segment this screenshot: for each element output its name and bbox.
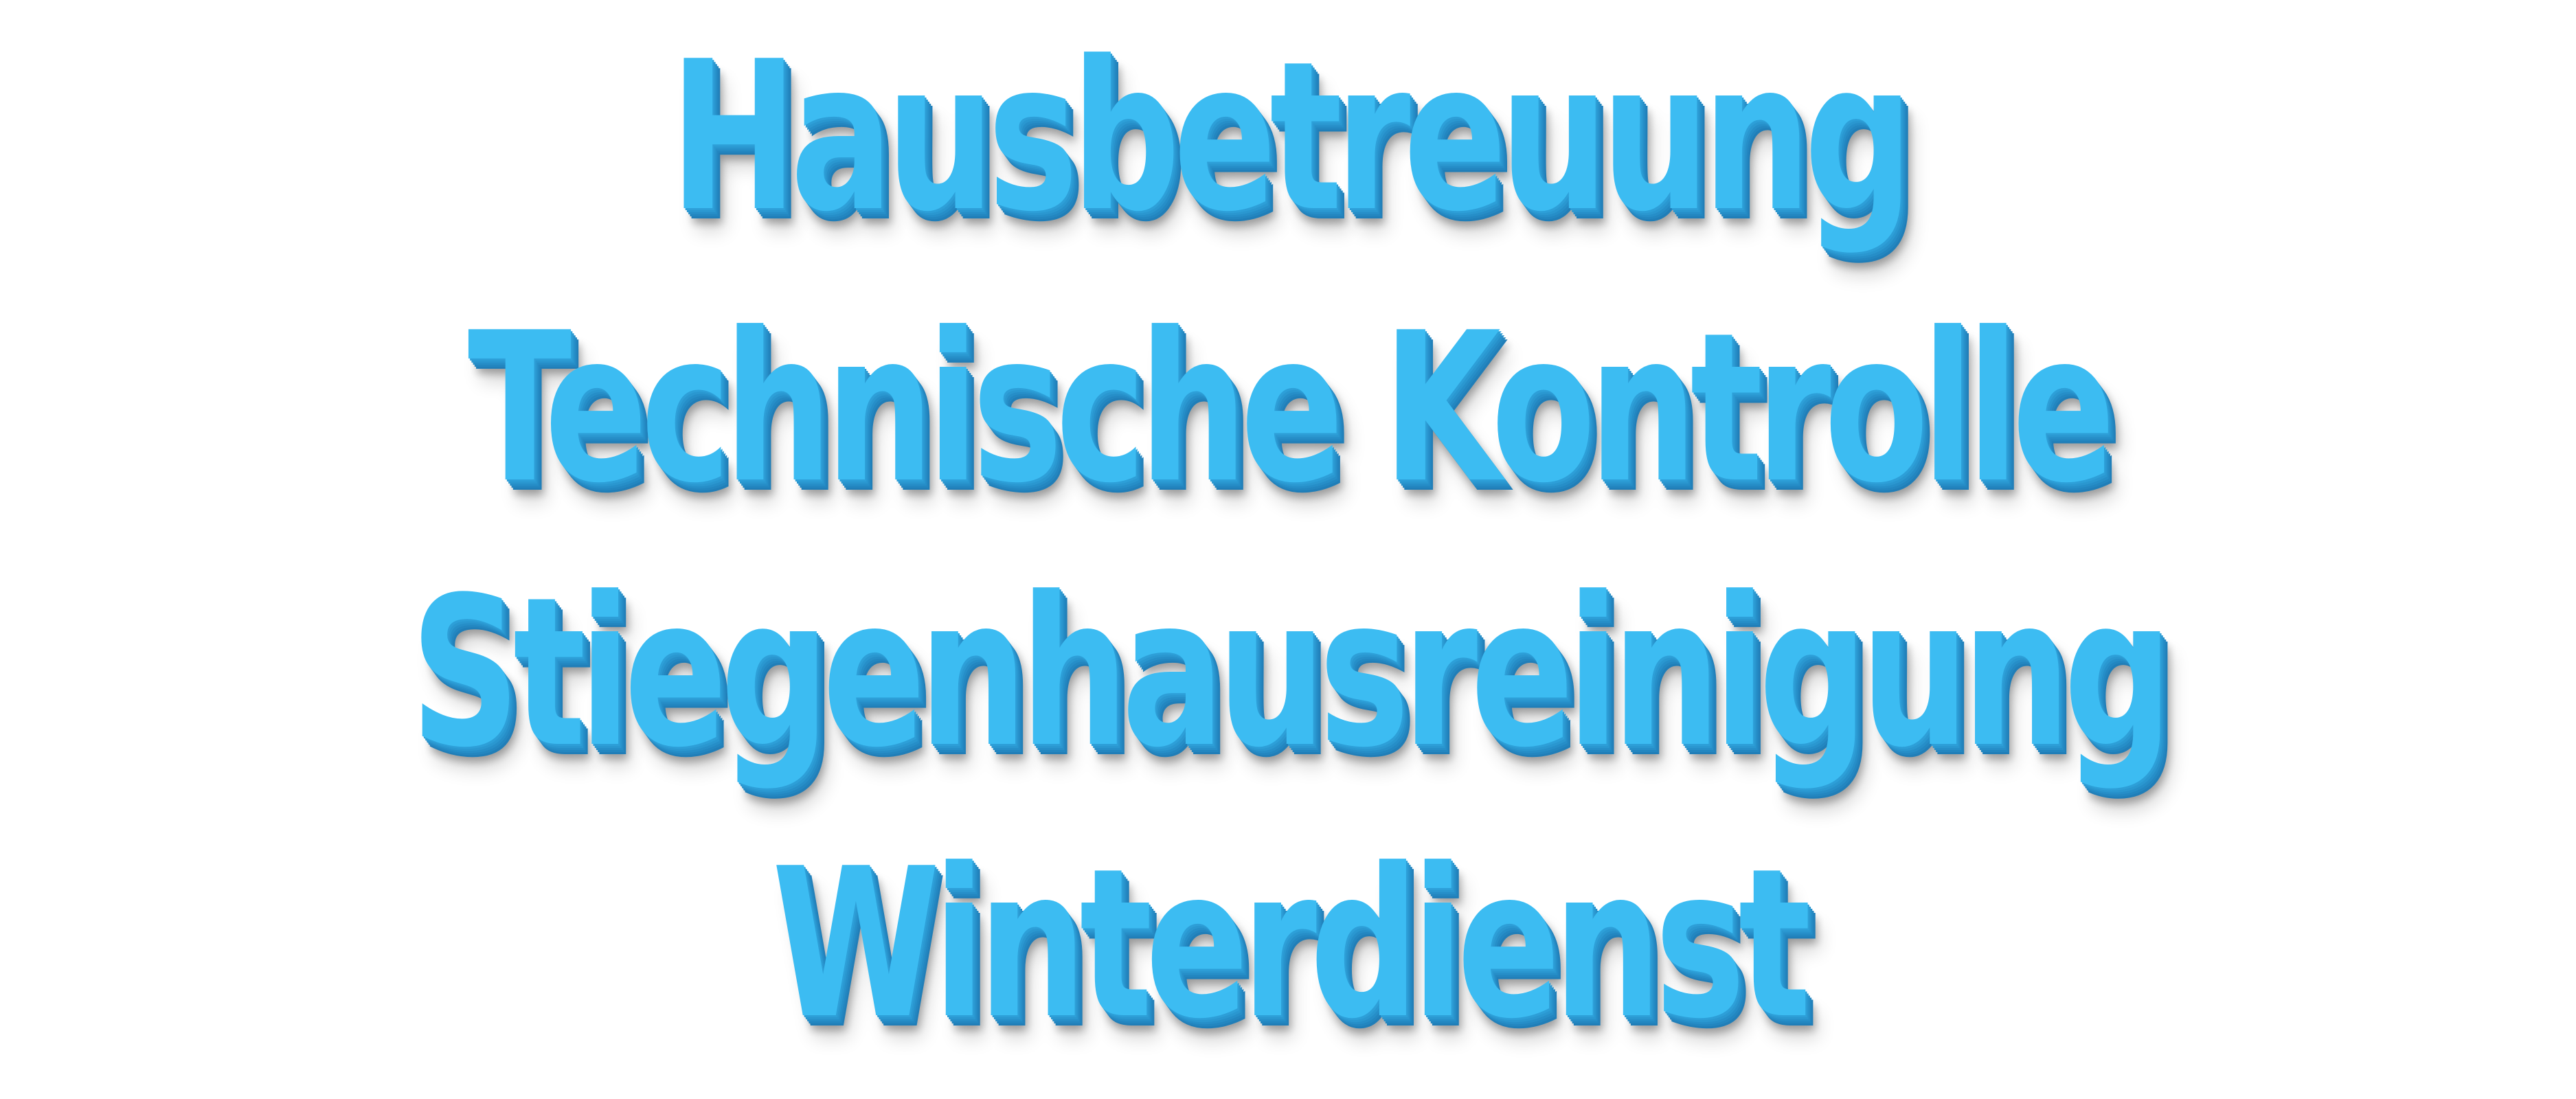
service-title-winterdienst: Winterdienst	[771, 824, 1811, 1064]
service-title-stiegenhausreinigung: Stiegenhausreinigung	[410, 553, 2173, 793]
service-title-technische-kontrolle: Technische Kontrolle	[467, 288, 2116, 528]
service-list-graphic: Hausbetreuung Technische Kontrolle Stieg…	[0, 0, 2576, 1099]
service-title-hausbetreuung: Hausbetreuung	[670, 17, 1913, 257]
